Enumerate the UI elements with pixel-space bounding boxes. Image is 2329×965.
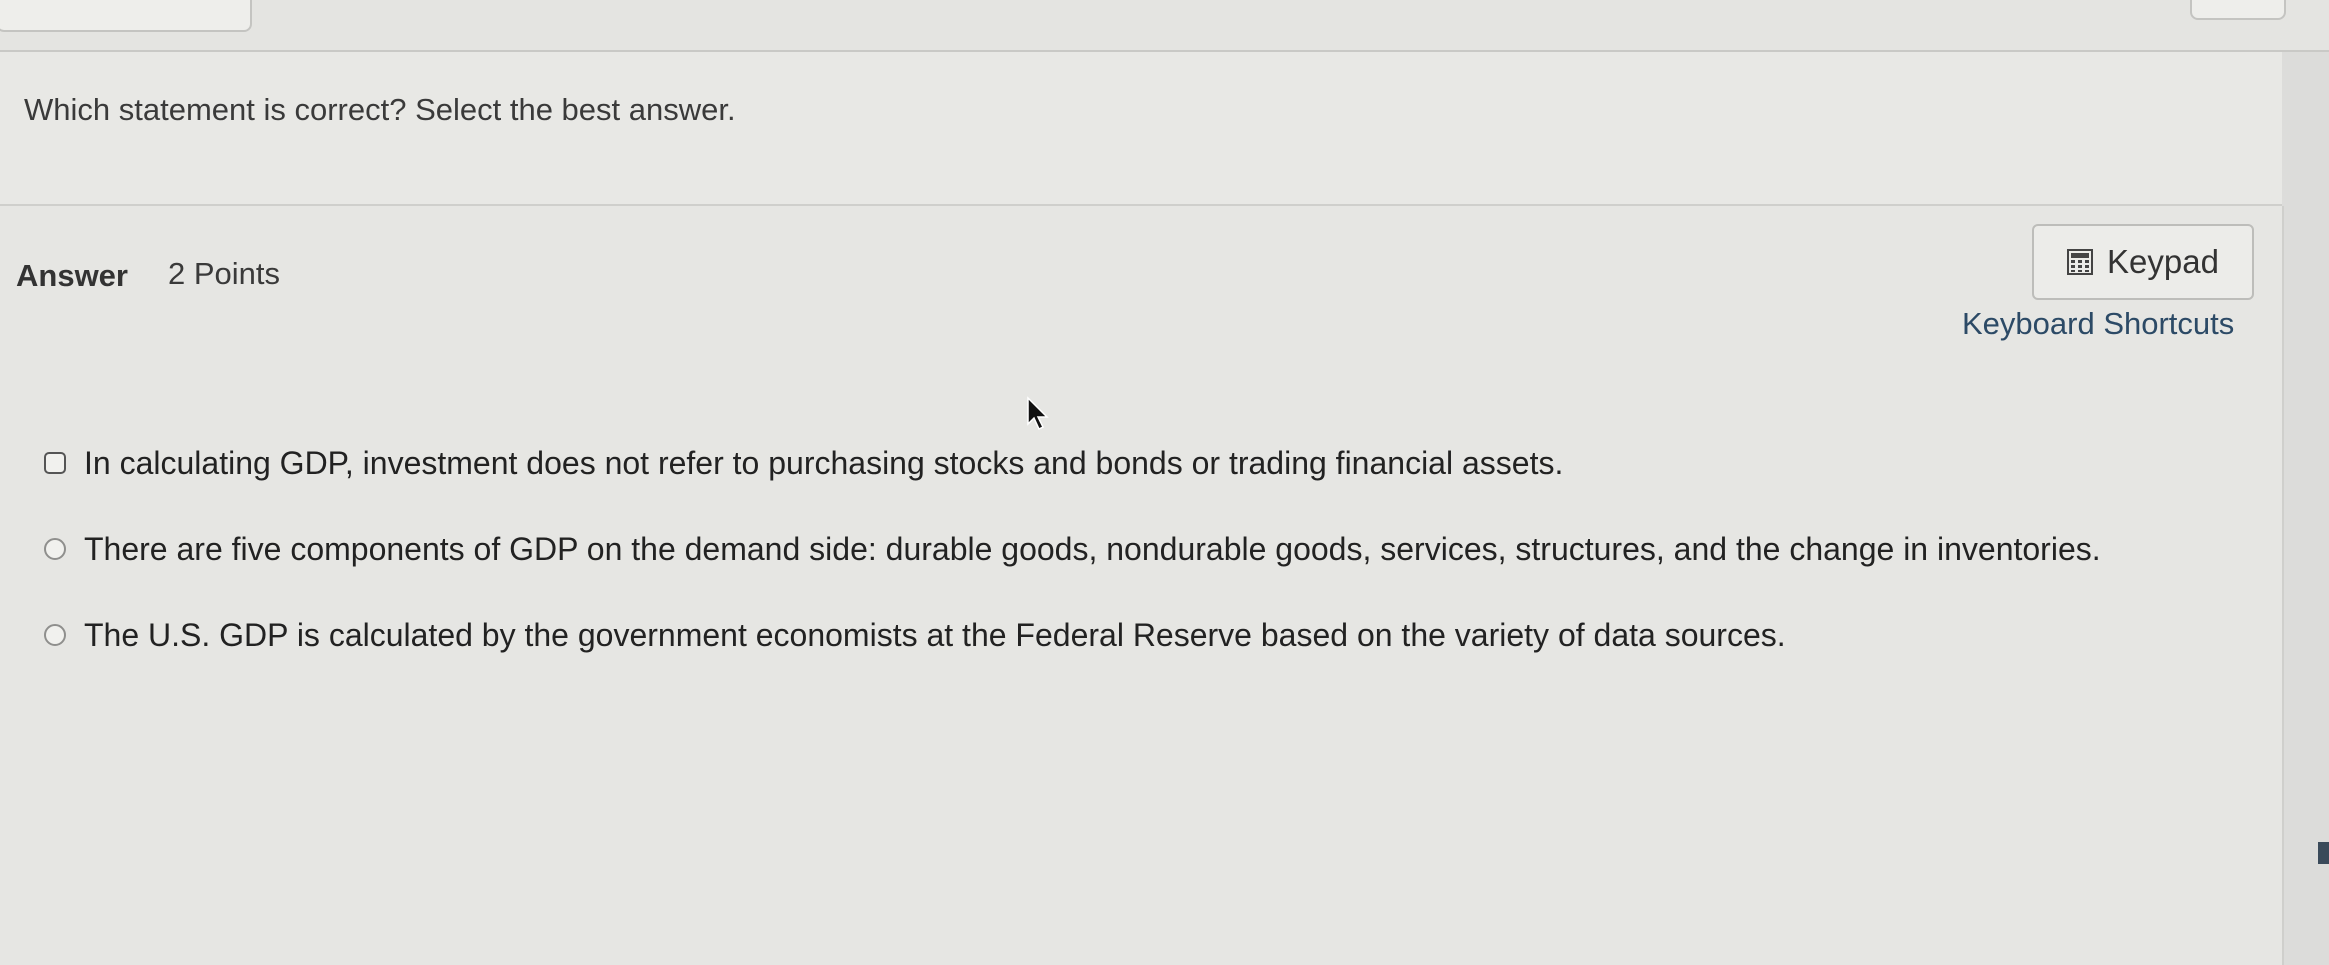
quiz-page: Which statement is correct? Select the b…	[0, 0, 2329, 965]
answer-option-3[interactable]: The U.S. GDP is calculated by the govern…	[44, 592, 2101, 678]
points-value: 2 Points	[168, 256, 281, 291]
question-panel: Which statement is correct? Select the b…	[0, 52, 2282, 206]
question-text: Which statement is correct? Select the b…	[24, 92, 736, 127]
option-label: The U.S. GDP is calculated by the govern…	[84, 616, 1786, 653]
keypad-button[interactable]: Keypad	[2032, 224, 2254, 300]
radio-button[interactable]	[44, 624, 66, 646]
answer-heading: Answer	[16, 258, 128, 293]
answer-options: In calculating GDP, investment does not …	[44, 420, 2101, 678]
answer-option-1[interactable]: In calculating GDP, investment does not …	[44, 420, 2101, 506]
radio-button[interactable]	[44, 452, 66, 474]
scrollbar-edge[interactable]	[2318, 842, 2329, 864]
answer-panel: Answer 2 Points Keypad Keyboard Shortcut…	[0, 206, 2284, 965]
top-toolbar-strip	[0, 0, 2329, 52]
keyboard-shortcuts-link[interactable]: Keyboard Shortcuts	[1962, 306, 2234, 342]
top-right-tab[interactable]	[2190, 0, 2286, 20]
option-label: In calculating GDP, investment does not …	[84, 444, 1564, 481]
calculator-icon	[2067, 249, 2094, 275]
top-left-tab[interactable]	[0, 0, 252, 32]
mouse-cursor-icon	[1027, 396, 1049, 431]
answer-option-2[interactable]: There are five components of GDP on the …	[44, 506, 2101, 592]
radio-button[interactable]	[44, 538, 66, 560]
option-label: There are five components of GDP on the …	[84, 530, 2101, 567]
keypad-label: Keypad	[2107, 243, 2219, 280]
